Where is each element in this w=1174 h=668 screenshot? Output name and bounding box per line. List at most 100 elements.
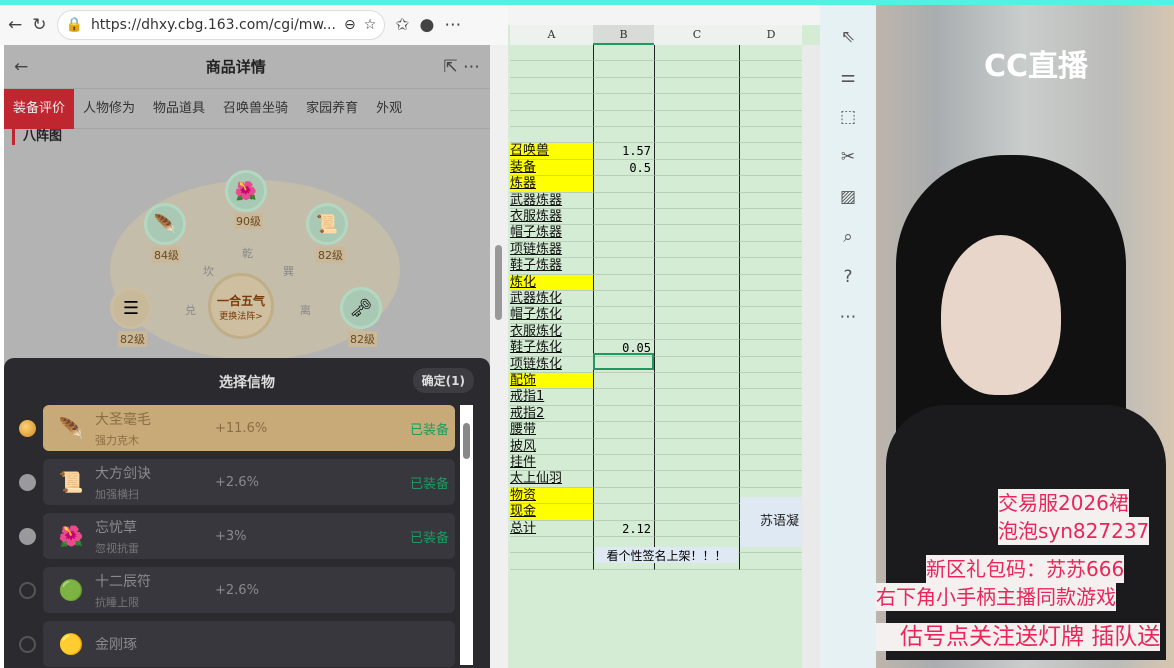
- cell-c[interactable]: [654, 389, 740, 405]
- cell-c[interactable]: [654, 94, 740, 110]
- cell-c[interactable]: [654, 193, 740, 209]
- column-header[interactable]: D: [740, 25, 802, 45]
- cell-a[interactable]: [510, 61, 593, 77]
- column-header[interactable]: A: [510, 25, 593, 45]
- token-item[interactable]: 📜 大方剑诀加强横扫 +2.6% 已装备: [43, 459, 455, 505]
- cell-c[interactable]: [654, 504, 740, 520]
- cell-c[interactable]: [654, 209, 740, 225]
- select-radio[interactable]: [19, 420, 36, 437]
- cell-d[interactable]: [740, 111, 802, 127]
- cell-a[interactable]: 物资: [510, 488, 593, 504]
- cell-d[interactable]: [740, 78, 802, 94]
- confirm-button[interactable]: 确定(1): [413, 368, 474, 393]
- cell-a[interactable]: 炼器: [510, 176, 593, 192]
- cell-d[interactable]: [740, 406, 802, 422]
- cell-b[interactable]: [593, 275, 654, 291]
- cell-a[interactable]: 装备: [510, 160, 593, 176]
- cell-a[interactable]: 戒指2: [510, 406, 593, 422]
- cell-a[interactable]: 披风: [510, 439, 593, 455]
- cell-c[interactable]: [654, 78, 740, 94]
- cell-a[interactable]: 鞋子炼器: [510, 258, 593, 274]
- cell-b[interactable]: 1.57: [593, 143, 654, 159]
- cell-d[interactable]: [740, 275, 802, 291]
- cell-c[interactable]: [654, 307, 740, 323]
- back-icon[interactable]: ←: [8, 15, 22, 35]
- formula-bar[interactable]: [508, 5, 820, 25]
- change-formation-link[interactable]: 更换法阵>: [211, 309, 271, 322]
- cell-b[interactable]: [593, 258, 654, 274]
- cell-d[interactable]: [740, 225, 802, 241]
- cell-b[interactable]: [593, 242, 654, 258]
- cell-a[interactable]: 配饰: [510, 373, 593, 389]
- cell-a[interactable]: 戒指1: [510, 389, 593, 405]
- cell-b[interactable]: [593, 61, 654, 77]
- cell-d[interactable]: [740, 307, 802, 323]
- address-bar[interactable]: 🔒 https://dhxy.cbg.163.com/cgi/mw... ⊖ ☆: [57, 10, 386, 40]
- crop-icon[interactable]: ⬚: [840, 107, 856, 129]
- cell-a[interactable]: [510, 111, 593, 127]
- select-icon[interactable]: ⇖: [841, 27, 855, 49]
- sliders-icon[interactable]: ⚌: [840, 67, 855, 89]
- cell-a[interactable]: 衣服炼化: [510, 324, 593, 340]
- note-cell[interactable]: 苏语凝: [740, 497, 802, 547]
- cell-c[interactable]: [654, 471, 740, 487]
- cell-c[interactable]: [654, 176, 740, 192]
- cell-b[interactable]: [593, 455, 654, 471]
- more-icon[interactable]: ⋯: [840, 307, 857, 329]
- image-icon[interactable]: ▨: [840, 187, 856, 209]
- cell-b[interactable]: 2.12: [593, 521, 654, 537]
- cell-d[interactable]: [740, 439, 802, 455]
- cell-a[interactable]: 总计: [510, 521, 593, 537]
- select-radio[interactable]: [19, 474, 36, 491]
- cell-c[interactable]: [654, 225, 740, 241]
- cell-c[interactable]: [654, 127, 740, 143]
- cell-a[interactable]: 腰带: [510, 422, 593, 438]
- cell-d[interactable]: [740, 127, 802, 143]
- tab-items[interactable]: 物品道具: [144, 89, 214, 129]
- cell-d[interactable]: [740, 373, 802, 389]
- cell-b[interactable]: [593, 373, 654, 389]
- cell-b[interactable]: [593, 406, 654, 422]
- cell-a[interactable]: 武器炼化: [510, 291, 593, 307]
- cell-a[interactable]: 衣服炼器: [510, 209, 593, 225]
- cell-d[interactable]: [740, 455, 802, 471]
- page-scrollbar[interactable]: [490, 45, 508, 668]
- tools-icon[interactable]: ✂: [841, 147, 855, 169]
- cell-a[interactable]: 挂件: [510, 455, 593, 471]
- cell-d[interactable]: [740, 94, 802, 110]
- cell-d[interactable]: [740, 422, 802, 438]
- cell-a[interactable]: 炼化: [510, 275, 593, 291]
- cell-a[interactable]: 项链炼器: [510, 242, 593, 258]
- cell-d[interactable]: [740, 242, 802, 258]
- select-radio[interactable]: [19, 528, 36, 545]
- cell-b[interactable]: [593, 111, 654, 127]
- cell-c[interactable]: [654, 439, 740, 455]
- cell-d[interactable]: [740, 209, 802, 225]
- cell-b[interactable]: [593, 504, 654, 520]
- tab-appearance[interactable]: 外观: [367, 89, 411, 129]
- cell-d[interactable]: [740, 61, 802, 77]
- cell-c[interactable]: [654, 373, 740, 389]
- cell-c[interactable]: [654, 275, 740, 291]
- column-header[interactable]: C: [654, 25, 740, 45]
- url-text[interactable]: https://dhxy.cbg.163.com/cgi/mw...: [91, 17, 336, 33]
- cell-b[interactable]: [593, 127, 654, 143]
- cell-d[interactable]: [740, 324, 802, 340]
- profile-icon[interactable]: ●: [420, 15, 435, 35]
- cell-b[interactable]: [593, 209, 654, 225]
- signature-cell[interactable]: 看个性签名上架！！！: [595, 547, 738, 563]
- list-scrollbar[interactable]: [460, 405, 473, 665]
- search-doc-icon[interactable]: ⌕: [843, 227, 853, 249]
- cell-c[interactable]: [654, 357, 740, 373]
- cell-b[interactable]: 0.5: [593, 160, 654, 176]
- cell-d[interactable]: [740, 143, 802, 159]
- cell-c[interactable]: [654, 258, 740, 274]
- cell-a[interactable]: [510, 94, 593, 110]
- formation-slot-empty[interactable]: ☰: [110, 287, 152, 329]
- share-icon[interactable]: ⇱ ⋯: [443, 57, 480, 77]
- cell-a[interactable]: 召唤兽: [510, 143, 593, 159]
- token-item[interactable]: 🌺 忘忧草忽视抗雷 +3% 已装备: [43, 513, 455, 559]
- tab-home[interactable]: 家园养育: [297, 89, 367, 129]
- cell-b[interactable]: [593, 439, 654, 455]
- change-formation-button[interactable]: 一合五气 更换法阵>: [208, 273, 274, 339]
